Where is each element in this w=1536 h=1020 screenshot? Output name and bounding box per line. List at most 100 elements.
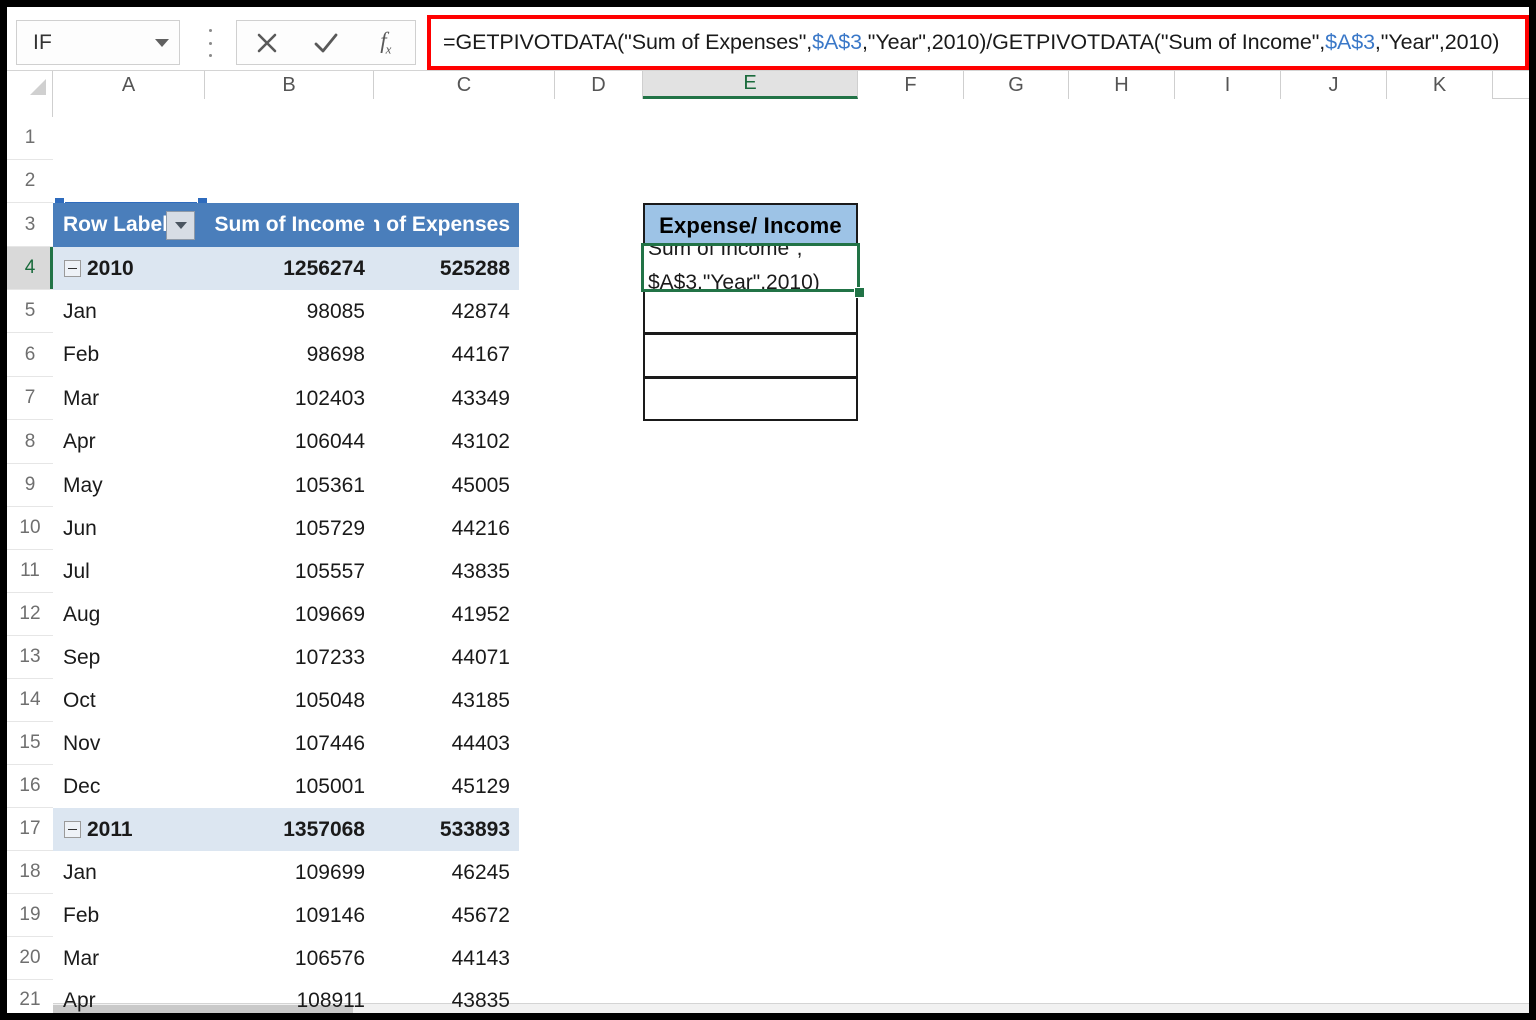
pivot-cell-expenses[interactable]: 43185 [374, 679, 519, 722]
pivot-cell-income[interactable]: 102403 [205, 377, 374, 420]
pivot-row-label[interactable]: Feb [53, 333, 205, 377]
column-header-d[interactable]: D [555, 71, 643, 99]
column-header-h[interactable]: H [1069, 71, 1175, 99]
more-options-icon[interactable] [205, 29, 215, 57]
column-header-c[interactable]: C [374, 71, 555, 99]
row-header-6[interactable]: 6 [7, 333, 53, 377]
pivot-cell-expenses[interactable]: 44143 [374, 937, 519, 980]
pivot-cell-expenses[interactable]: 45129 [374, 765, 519, 808]
column-header-g[interactable]: G [964, 71, 1069, 99]
pivot-row-label[interactable]: Dec [53, 765, 205, 808]
pivot-cell-income[interactable]: 106044 [205, 420, 374, 464]
row-header-1[interactable]: 1 [7, 117, 53, 160]
pivot-cell-income[interactable]: 98085 [205, 290, 374, 333]
pivot-row-label[interactable]: May [53, 464, 205, 507]
pivot-row-label[interactable]: Nov [53, 722, 205, 765]
chevron-down-icon[interactable] [155, 38, 169, 47]
side-table-empty-cell-e6[interactable] [643, 333, 858, 378]
pivot-cell-expenses[interactable]: 44403 [374, 722, 519, 765]
select-all-corner[interactable] [7, 71, 53, 99]
pivot-cell-expenses[interactable]: 533893 [374, 808, 519, 851]
row-header-7[interactable]: 7 [7, 377, 53, 420]
pivot-cell-expenses[interactable]: 42874 [374, 290, 519, 333]
pivot-cell-income[interactable]: 109699 [205, 851, 374, 894]
pivot-row-label[interactable]: Oct [53, 679, 205, 722]
row-header-17[interactable]: 17 [7, 808, 53, 851]
column-header-i[interactable]: I [1175, 71, 1281, 99]
pivot-cell-expenses[interactable]: 44071 [374, 636, 519, 679]
pivot-cell-income[interactable]: 106576 [205, 937, 374, 980]
pivot-cell-income[interactable]: 107446 [205, 722, 374, 765]
row-header-9[interactable]: 9 [7, 464, 53, 507]
pivot-cell-expenses[interactable]: 44167 [374, 333, 519, 377]
fill-handle[interactable] [854, 287, 865, 298]
row-header-18[interactable]: 18 [7, 851, 53, 894]
column-header-e[interactable]: E [643, 71, 858, 99]
fx-icon[interactable]: fx [356, 21, 415, 64]
row-header-10[interactable]: 10 [7, 507, 53, 550]
pivot-row-label[interactable]: Feb [53, 894, 205, 937]
column-header-j[interactable]: J [1281, 71, 1387, 99]
pivot-row-label[interactable]: Apr [53, 980, 205, 1013]
pivot-cell-income[interactable]: 105001 [205, 765, 374, 808]
pivot-row-label[interactable]: Jan [53, 290, 205, 333]
pivot-row-label[interactable]: Jan [53, 851, 205, 894]
pivot-cell-income[interactable]: 107233 [205, 636, 374, 679]
column-header-a[interactable]: A [53, 71, 205, 99]
row-header-19[interactable]: 19 [7, 894, 53, 937]
cancel-x-icon[interactable] [237, 21, 296, 64]
pivot-cell-income[interactable]: 109669 [205, 593, 374, 636]
row-header-15[interactable]: 15 [7, 722, 53, 765]
collapse-group-icon[interactable] [64, 821, 81, 838]
pivot-cell-income[interactable]: 1357068 [205, 808, 374, 851]
collapse-group-icon[interactable] [64, 260, 81, 277]
column-header-k[interactable]: K [1387, 71, 1493, 99]
pivot-header-sum-of-income[interactable]: Sum of Income [205, 203, 374, 247]
row-header-13[interactable]: 13 [7, 636, 53, 679]
formula-input[interactable]: =GETPIVOTDATA("Sum of Expenses", $A$3 ,"Ye… [431, 19, 1525, 66]
row-header-11[interactable]: 11 [7, 550, 53, 593]
pivot-cell-income[interactable]: 108911 [205, 980, 374, 1013]
pivot-cell-expenses[interactable]: 43102 [374, 420, 519, 464]
row-header-3[interactable]: 3 [7, 203, 53, 247]
pivot-cell-expenses[interactable]: 45672 [374, 894, 519, 937]
side-table-empty-cell-e5[interactable] [643, 290, 858, 334]
row-header-8[interactable]: 8 [7, 420, 53, 464]
pivot-cell-income[interactable]: 98698 [205, 333, 374, 377]
pivot-cell-income[interactable]: 105729 [205, 507, 374, 550]
side-table-editing-cell[interactable]: Sum of Income", $A$3,"Year",2010) [641, 243, 860, 292]
column-header-b[interactable]: B [205, 71, 374, 99]
row-header-2[interactable]: 2 [7, 160, 53, 203]
pivot-cell-expenses[interactable]: 44216 [374, 507, 519, 550]
row-header-21[interactable]: 21 [7, 980, 53, 1013]
side-table-empty-cell-e7[interactable] [643, 377, 858, 421]
pivot-cell-expenses[interactable]: 45005 [374, 464, 519, 507]
pivot-cell-income[interactable]: 105048 [205, 679, 374, 722]
pivot-cell-expenses[interactable]: 43349 [374, 377, 519, 420]
pivot-cell-expenses[interactable]: 41952 [374, 593, 519, 636]
pivot-cell-expenses[interactable]: 43835 [374, 550, 519, 593]
pivot-cell-expenses[interactable]: 43835 [374, 980, 519, 1013]
pivot-cell-expenses[interactable]: 525288 [374, 247, 519, 290]
pivot-row-label[interactable]: Mar [53, 377, 205, 420]
filter-dropdown-icon[interactable] [166, 210, 195, 240]
pivot-cell-income[interactable]: 109146 [205, 894, 374, 937]
pivot-row-label[interactable]: Jun [53, 507, 205, 550]
pivot-header-sum-of-expenses[interactable]: Sum of Expenses [374, 203, 519, 247]
row-header-14[interactable]: 14 [7, 679, 53, 722]
row-header-20[interactable]: 20 [7, 937, 53, 980]
spreadsheet-grid[interactable]: 1 2 3 4 5 6 7 8 9 10 11 12 13 14 15 16 17 18 19 20 21 Row La… [7, 99, 1529, 1013]
pivot-row-label[interactable]: Jul [53, 550, 205, 593]
pivot-cell-income[interactable]: 105557 [205, 550, 374, 593]
pivot-cell-expenses[interactable]: 46245 [374, 851, 519, 894]
pivot-cell-income[interactable]: 105361 [205, 464, 374, 507]
pivot-row-label[interactable]: Mar [53, 937, 205, 980]
row-header-4[interactable]: 4 [7, 247, 53, 290]
row-header-16[interactable]: 16 [7, 765, 53, 808]
pivot-row-label[interactable]: Aug [53, 593, 205, 636]
pivot-row-label[interactable]: Sep [53, 636, 205, 679]
pivot-row-label[interactable]: Apr [53, 420, 205, 464]
column-header-f[interactable]: F [858, 71, 964, 99]
name-box[interactable]: IF [16, 20, 180, 65]
row-header-5[interactable]: 5 [7, 290, 53, 333]
